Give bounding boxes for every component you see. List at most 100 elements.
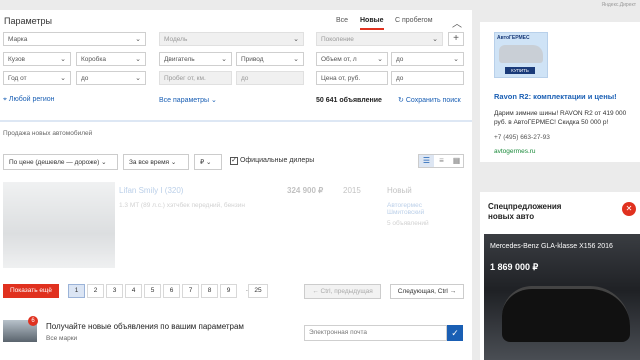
subscribe-title: Получайте новые объявления по вашим пара… [46, 322, 244, 331]
volume-to-select[interactable]: до ⌄ [391, 52, 464, 66]
subscribe-subtitle: Все марки [46, 335, 78, 342]
page-3[interactable]: 3 [106, 284, 123, 298]
price-from-input[interactable]: Цена от, руб. [316, 71, 388, 85]
listing-specs: 1.3 MT (89 л.с.) хэтчбек передний, бензи… [119, 202, 245, 209]
tab-all[interactable]: Все [336, 17, 348, 24]
checkbox-checked-icon: ✓ [230, 157, 238, 165]
ad1-banner-button: КУПИТЬ [505, 67, 535, 74]
add-button[interactable]: + [448, 32, 464, 46]
ad2-photo: Mercedes-Benz GLA-klasse X156 2016 1 869… [484, 234, 640, 360]
page-9[interactable]: 9 [220, 284, 237, 298]
listing-row[interactable]: Lifan Smily I (320) 1.3 MT (89 л.с.) хэт… [3, 182, 465, 272]
top-right-label: Яндекс.Директ [601, 2, 636, 8]
gearbox-select[interactable]: Коробка ⌄ [76, 52, 146, 66]
ad2-title: Спецпредложения новых авто [488, 202, 562, 221]
panel-title: Параметры [4, 16, 52, 26]
ad1-logo: АвтоГЕРМЕС [497, 35, 530, 41]
page-5[interactable]: 5 [144, 284, 161, 298]
prev-page-button[interactable]: ← Ctrl, предыдущая [304, 284, 381, 299]
chevron-down-icon: ⌄ [221, 56, 227, 63]
results-heading: Продажа новых автомобилей [3, 130, 93, 137]
ad2-car-name: Mercedes-Benz GLA-klasse X156 2016 [490, 243, 613, 250]
save-search-link[interactable]: ↻ Сохранить поиск [398, 96, 461, 104]
dealers-checkbox[interactable]: ✓ Официальные дилеры [230, 157, 314, 165]
page-1[interactable]: 1 [68, 284, 85, 298]
model-select[interactable]: Модель ⌄ [159, 32, 304, 46]
ad1-car-image [499, 45, 543, 63]
engine-select[interactable]: Двигатель ⌄ [159, 52, 232, 66]
chevron-down-icon: ⌄ [205, 159, 212, 166]
compact-view-icon[interactable]: ≡ [434, 155, 449, 167]
chevron-down-icon: ⌄ [170, 159, 177, 166]
tab-new[interactable]: Новые [360, 17, 384, 24]
email-field[interactable]: Электронная почта [304, 325, 447, 341]
list-view-icon[interactable]: ☰ [419, 155, 434, 167]
chevron-down-icon: ⌄ [293, 56, 299, 63]
page-2[interactable]: 2 [87, 284, 104, 298]
year-from-select[interactable]: Год от ⌄ [3, 71, 71, 85]
mileage-from-input[interactable]: Пробег от, км. [159, 71, 232, 85]
drive-select[interactable]: Привод ⌄ [236, 52, 304, 66]
ad2-close-icon[interactable]: ✕ [622, 202, 636, 216]
listing-photo [3, 182, 115, 268]
ad1-banner: АвтоГЕРМЕС КУПИТЬ [494, 32, 548, 78]
page-25[interactable]: 25 [248, 284, 268, 298]
check-icon: ✓ [451, 328, 459, 338]
listing-condition: Новый [387, 186, 412, 195]
ad-block-1[interactable]: АвтоГЕРМЕС КУПИТЬ Ravon R2: комплектации… [480, 22, 640, 162]
all-params-link[interactable]: Все параметры ⌄ [159, 96, 217, 104]
grid-view-icon[interactable]: ▦ [449, 155, 464, 167]
page-6[interactable]: 6 [163, 284, 180, 298]
chevron-down-icon: ⌄ [135, 56, 141, 63]
view-toggle: ☰ ≡ ▦ [418, 154, 464, 168]
listing-count: 5 объявлений [387, 220, 429, 227]
year-to-select[interactable]: до ⌄ [76, 71, 146, 85]
chevron-down-icon: ⌄ [432, 36, 438, 43]
subscribe-confirm-button[interactable]: ✓ [447, 325, 463, 341]
body-select[interactable]: Кузов ⌄ [3, 52, 71, 66]
subscribe-count-badge: 6 [28, 316, 38, 326]
chevron-down-icon: ⌄ [211, 97, 217, 104]
ad-block-2[interactable]: Спецпредложения новых авто ✕ Mercedes-Be… [480, 192, 640, 360]
tab-new-underline [360, 28, 384, 30]
chevron-down-icon: ⌄ [293, 36, 299, 43]
tab-used[interactable]: С пробегом [395, 17, 433, 24]
region-link[interactable]: ⌖ Любой регион [3, 96, 55, 104]
results-count: 50 641 объявление [316, 97, 382, 104]
page-8[interactable]: 8 [201, 284, 218, 298]
currency-select[interactable]: ₽ ⌄ [194, 154, 222, 170]
ad2-car-price: 1 869 000 ₽ [490, 262, 539, 272]
chevron-down-icon: ⌄ [135, 75, 141, 82]
brand-select[interactable]: Марка ⌄ [3, 32, 146, 46]
mileage-to-input[interactable]: до [236, 71, 304, 85]
chevron-down-icon: ⌄ [453, 56, 459, 63]
generation-select[interactable]: Поколение ⌄ [316, 32, 443, 46]
location-icon: ⌖ [3, 96, 7, 103]
listing-title: Lifan Smily I (320) [119, 186, 184, 195]
results-section: Продажа новых автомобилей По цене (дешев… [0, 122, 472, 340]
volume-from-select[interactable]: Объем от, л ⌄ [316, 52, 388, 66]
chevron-down-icon: ⌄ [60, 56, 66, 63]
save-icon: ↻ [398, 97, 404, 104]
ad1-url[interactable]: avtogermes.ru [494, 148, 536, 155]
price-to-input[interactable]: до [391, 71, 464, 85]
chevron-down-icon: ⌄ [101, 159, 107, 166]
ad1-text: Дарим зимние шины! RAVON R2 от 419 000 р… [494, 110, 627, 126]
subscribe-bar: 6 Получайте новые объявления по вашим па… [0, 314, 472, 360]
listing-price: 324 900 ₽ [287, 186, 324, 195]
ad2-car-image [502, 286, 630, 342]
listing-year: 2015 [343, 186, 361, 195]
show-more-button[interactable]: Показать ещё [3, 284, 59, 298]
sort-select[interactable]: По цене (дешевле — дороже) ⌄ [3, 154, 118, 170]
chevron-down-icon: ⌄ [377, 56, 383, 63]
page-7[interactable]: 7 [182, 284, 199, 298]
chevron-down-icon: ⌄ [60, 75, 66, 82]
period-select[interactable]: За все время ⌄ [123, 154, 189, 170]
ad1-phone[interactable]: +7 (495) 663-27-93 [494, 134, 550, 141]
page-4[interactable]: 4 [125, 284, 142, 298]
collapse-icon[interactable]: ︿ [452, 15, 462, 30]
listing-dealer: Автогермес Шмитовский [387, 202, 425, 216]
chevron-down-icon: ⌄ [135, 36, 141, 43]
ad1-title[interactable]: Ravon R2: комплектации и цены! [494, 92, 640, 101]
next-page-button[interactable]: Следующая, Ctrl → [390, 284, 464, 299]
